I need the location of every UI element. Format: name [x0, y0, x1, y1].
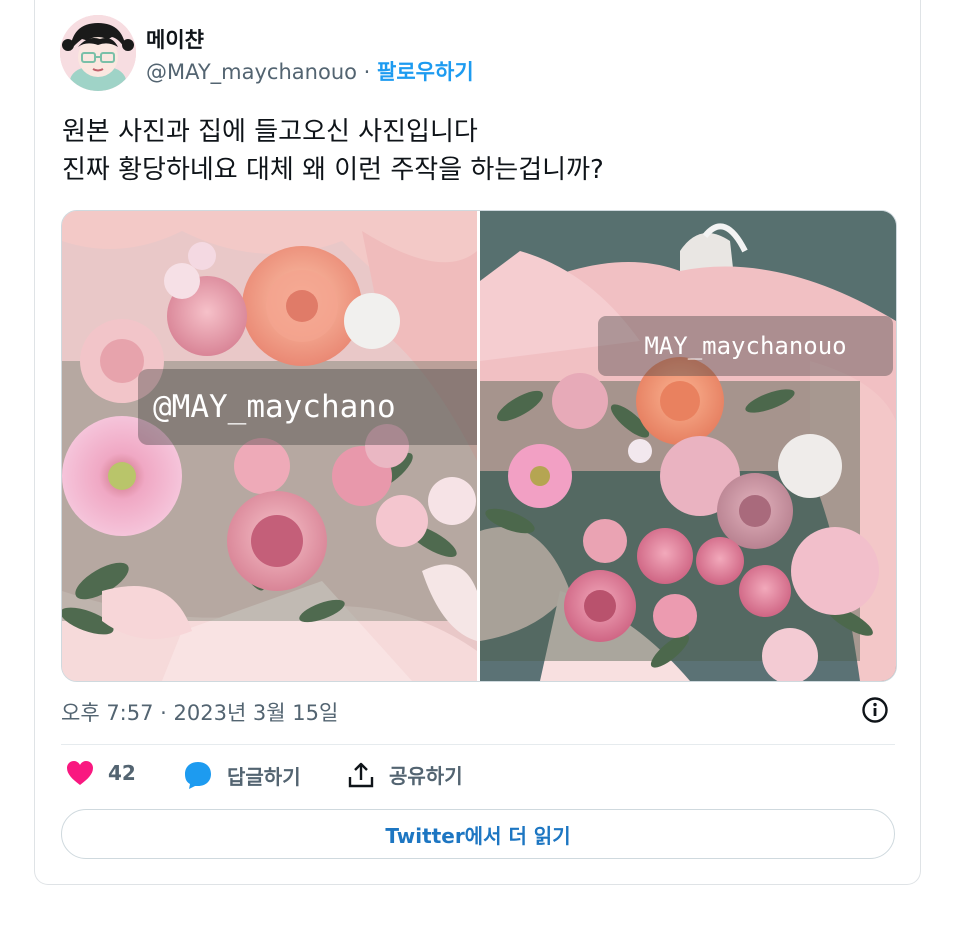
- user-handle[interactable]: @MAY_maychanouo: [146, 60, 357, 84]
- tweet-text-line: 원본 사진과 집에 들고오신 사진입니다: [62, 117, 478, 147]
- like-count: 42: [108, 761, 136, 785]
- avatar[interactable]: [60, 15, 136, 91]
- handle-row: @MAY_maychanouo · 팔로우하기: [146, 56, 474, 86]
- share-icon: [348, 762, 374, 787]
- display-name[interactable]: 메이챤: [146, 24, 204, 54]
- photo-watermark: MAY_maychanouo: [598, 316, 893, 376]
- like-button[interactable]: 42: [66, 760, 136, 786]
- follow-button[interactable]: 팔로우하기: [377, 60, 474, 84]
- photo-left[interactable]: @MAY_maychano: [62, 211, 477, 681]
- reply-button[interactable]: 답글하기: [183, 760, 301, 790]
- bouquet-photo-right: [480, 211, 896, 681]
- heart-icon: [67, 761, 93, 785]
- photo-right[interactable]: MAY_maychanouo: [480, 211, 896, 681]
- tweet-text-line: 진짜 황당하네요 대체 왜 이런 주작을 하는겁니까?: [62, 155, 604, 185]
- divider: [61, 744, 895, 745]
- share-button[interactable]: 공유하기: [347, 760, 463, 789]
- media-grid: @MAY_maychano MAY_maychanouo: [61, 210, 897, 682]
- photo-watermark: @MAY_maychano: [138, 369, 477, 445]
- bouquet-photo-left: [62, 211, 477, 681]
- separator-dot: ·: [363, 60, 371, 84]
- info-icon[interactable]: [861, 696, 889, 724]
- tweet-timestamp[interactable]: 오후 7:57 · 2023년 3월 15일: [61, 697, 338, 727]
- action-bar: 42 답글하기 공유하기: [0, 760, 966, 796]
- reply-label: 답글하기: [227, 764, 301, 789]
- read-more-button[interactable]: Twitter에서 더 읽기: [61, 809, 895, 859]
- share-label: 공유하기: [389, 764, 463, 788]
- speech-bubble-icon: [185, 762, 211, 789]
- tweet-text: 원본 사진과 집에 들고오신 사진입니다 진짜 황당하네요 대체 왜 이런 주작…: [62, 113, 882, 189]
